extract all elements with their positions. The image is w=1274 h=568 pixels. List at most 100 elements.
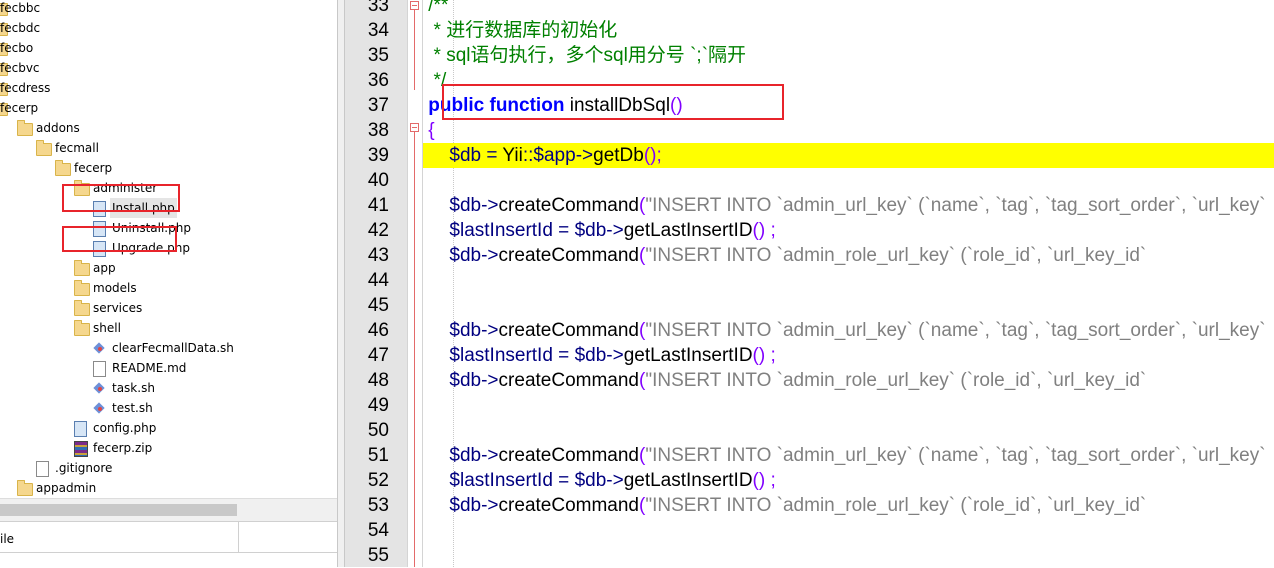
tree-item-fecdress[interactable]: fecdress xyxy=(0,78,337,98)
code-line[interactable]: { xyxy=(423,118,1274,143)
line-number: 36 xyxy=(367,70,389,91)
tree-item-task-sh[interactable]: task.sh xyxy=(0,378,337,398)
code-token: -> xyxy=(481,495,499,516)
footer-label: ile xyxy=(0,532,15,546)
line-number: 49 xyxy=(367,395,389,416)
fold-line xyxy=(414,132,415,567)
code-token: -> xyxy=(575,145,594,166)
tree-item-label: services xyxy=(93,301,143,315)
code-token: = xyxy=(552,220,575,241)
code-line[interactable] xyxy=(423,418,1274,443)
line-number: 43 xyxy=(367,245,389,266)
tree-horizontal-scrollbar[interactable] xyxy=(0,498,337,521)
tree-item--gitignore[interactable]: .gitignore xyxy=(0,458,337,478)
code-token: = xyxy=(552,470,575,491)
folder-icon xyxy=(74,300,90,316)
tree-item-label: fecdress xyxy=(0,81,51,95)
fold-toggle[interactable] xyxy=(410,1,419,10)
tree-item-config-php[interactable]: config.php xyxy=(0,418,337,438)
code-line[interactable]: * 进行数据库的初始化 xyxy=(423,18,1274,43)
code-token: Yii xyxy=(502,145,523,166)
code-line[interactable]: $db->createCommand("INSERT INTO `admin_r… xyxy=(423,368,1274,393)
tree-item-fecbo[interactable]: fecbo xyxy=(0,38,337,58)
tree-item-app[interactable]: app xyxy=(0,258,337,278)
fold-toggle[interactable] xyxy=(410,123,419,132)
line-number-gutter: 33 34 35 36 37 38 39 40 41 42 43 44 45 46 47 48 49 50 51 52… xyxy=(345,0,407,567)
code-line[interactable]: $db->createCommand("INSERT INTO `admin_u… xyxy=(423,318,1274,343)
fold-margin[interactable] xyxy=(407,0,423,567)
code-line[interactable] xyxy=(423,518,1274,543)
current-code-line[interactable]: $db = Yii::$app->getDb(); xyxy=(423,143,1274,168)
line-number: 53 xyxy=(367,495,389,516)
tree-item-fecbdc[interactable]: fecbdc xyxy=(0,18,337,38)
tree-item-clearfecmalldata-sh[interactable]: clearFecmallData.sh xyxy=(0,338,337,358)
code-line[interactable] xyxy=(423,268,1274,293)
tree-item-addons[interactable]: addons xyxy=(0,118,337,138)
code-token: () ; xyxy=(752,345,776,366)
annotation-box-upgrade xyxy=(62,226,177,252)
code-line[interactable]: $db->createCommand("INSERT INTO `admin_r… xyxy=(423,493,1274,518)
code-line[interactable]: /** xyxy=(423,0,1274,18)
tree-item-readme-md[interactable]: README.md xyxy=(0,358,337,378)
code-token: -> xyxy=(606,220,624,241)
code-line[interactable]: $db->createCommand("INSERT INTO `admin_u… xyxy=(423,193,1274,218)
folder-icon xyxy=(74,320,90,336)
code-token: createCommand xyxy=(498,245,639,266)
code-token: :: xyxy=(522,145,534,166)
scrollbar-thumb[interactable] xyxy=(0,504,237,516)
code-line[interactable]: $db->createCommand("INSERT INTO `admin_r… xyxy=(423,243,1274,268)
code-token: $app xyxy=(533,145,576,166)
tree-item-fecerp[interactable]: fecerp xyxy=(0,158,337,178)
code-token: * sql语句执行，多个sql用分号 `;`隔开 xyxy=(428,45,747,66)
code-line[interactable]: $lastInsertId = $db->getLastInsertID() ; xyxy=(423,218,1274,243)
code-line[interactable] xyxy=(423,543,1274,567)
folder-icon xyxy=(55,160,71,176)
line-number: 55 xyxy=(367,545,389,566)
tree-item-label: shell xyxy=(93,321,121,335)
code-token: $db xyxy=(449,370,482,391)
code-line[interactable]: * sql语句执行，多个sql用分号 `;`隔开 xyxy=(423,43,1274,68)
code-token: () ; xyxy=(752,470,776,491)
tree-item-appadmin[interactable]: appadmin xyxy=(0,478,337,498)
code-token: /** xyxy=(428,0,449,16)
tree-item-fecmall[interactable]: fecmall xyxy=(0,138,337,158)
code-token: "INSERT INTO `admin_url_key` (`name`, `t… xyxy=(645,320,1266,341)
code-line[interactable]: $db->createCommand("INSERT INTO `admin_u… xyxy=(423,443,1274,468)
code-token: $lastInsertId xyxy=(449,470,553,491)
code-line[interactable] xyxy=(423,293,1274,318)
tree-item-label: fecerp xyxy=(74,161,113,175)
code-token: $db xyxy=(574,345,607,366)
code-line[interactable] xyxy=(423,168,1274,193)
tree-item-fecerp[interactable]: fecerp xyxy=(0,98,337,118)
code-line[interactable] xyxy=(423,393,1274,418)
code-token: "INSERT INTO `admin_role_url_key` (`role… xyxy=(645,245,1147,266)
code-token: $lastInsertId xyxy=(449,345,553,366)
line-number: 48 xyxy=(367,370,389,391)
tree-item-label: fecbdc xyxy=(0,21,41,35)
code-token: "INSERT INTO `admin_role_url_key` (`role… xyxy=(645,495,1147,516)
tree-item-fecbvc[interactable]: fecbvc xyxy=(0,58,337,78)
tree-item-shell[interactable]: shell xyxy=(0,318,337,338)
tree-item-fecerp-zip[interactable]: fecerp.zip xyxy=(0,438,337,458)
tree-item-label: models xyxy=(93,281,137,295)
code-token: -> xyxy=(606,470,624,491)
tree-item-services[interactable]: services xyxy=(0,298,337,318)
line-number: 40 xyxy=(367,170,389,191)
tree-item-test-sh[interactable]: test.sh xyxy=(0,398,337,418)
line-number: 46 xyxy=(367,320,389,341)
tree-footer: ile xyxy=(0,521,337,567)
tree-item-models[interactable]: models xyxy=(0,278,337,298)
code-line[interactable]: $lastInsertId = $db->getLastInsertID() ; xyxy=(423,343,1274,368)
php-file-icon xyxy=(74,421,87,437)
code-line[interactable]: $lastInsertId = $db->getLastInsertID() ; xyxy=(423,468,1274,493)
folder-icon xyxy=(36,140,52,156)
tree-item-fecbbc[interactable]: fecbbc xyxy=(0,0,337,18)
tree-item-label: README.md xyxy=(112,361,187,375)
tree-item-label: test.sh xyxy=(112,401,153,415)
